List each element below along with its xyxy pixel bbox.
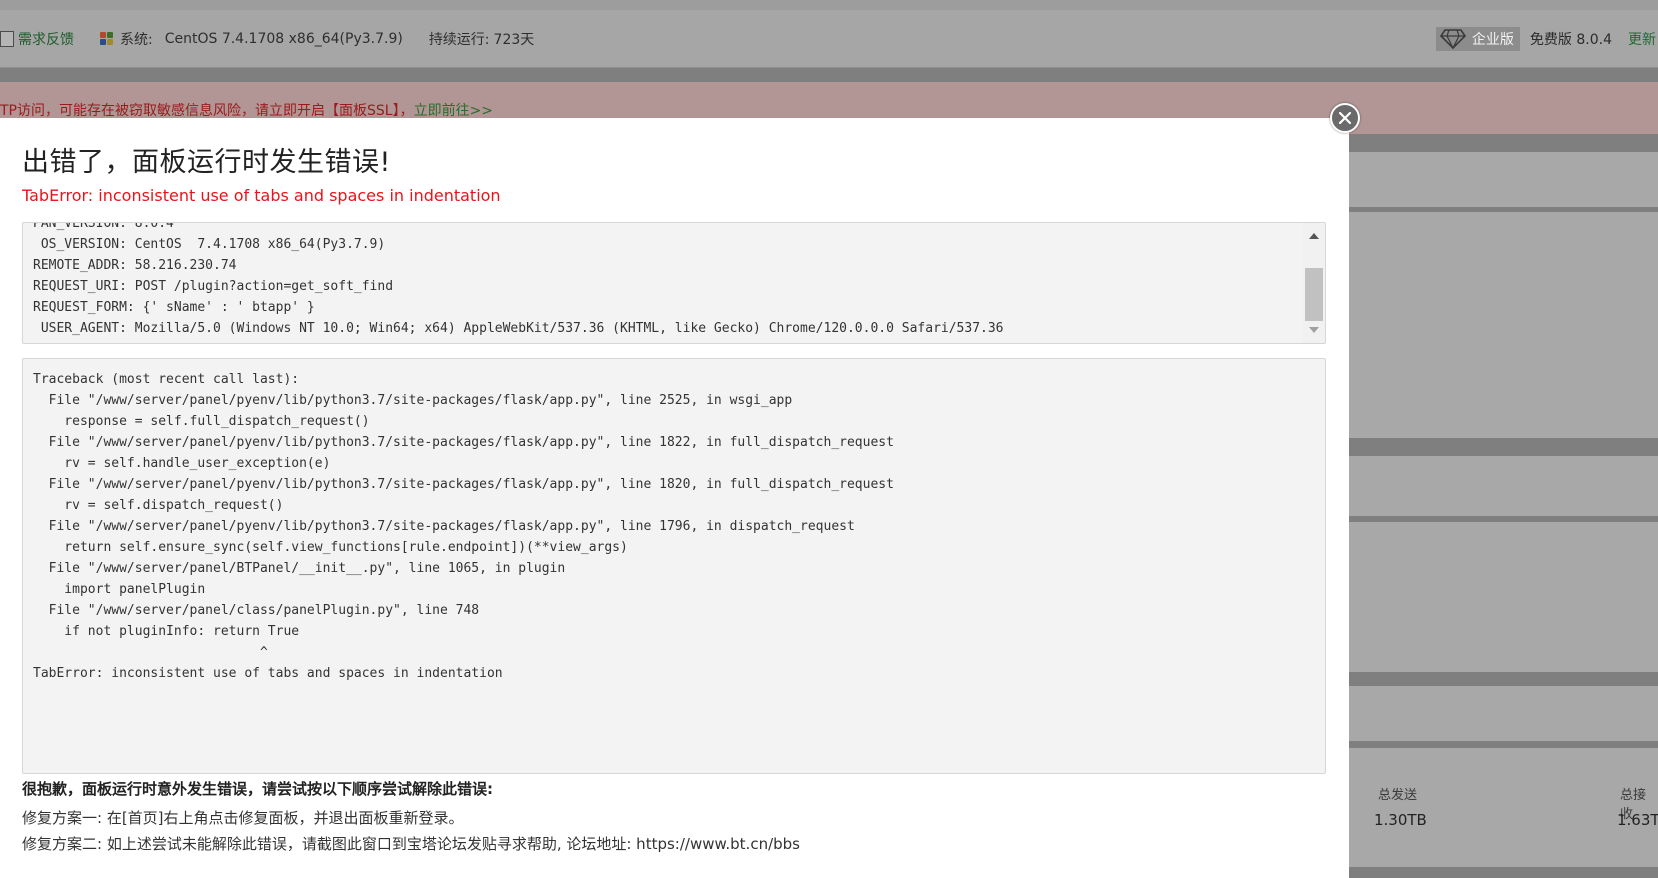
bg-card-3 [1300,456,1658,516]
bg-card-4 [1300,522,1658,672]
env-line: OS_VERSION: CentOS 7.4.1708 x86_64(Py3.7… [33,237,386,252]
sent-value: 1.30TB [1374,811,1427,829]
system-label: 系统: [120,31,153,48]
uptime-value: 723天 [493,31,535,48]
fix-option-one: 修复方案一: 在[首页]右上角点击修复面板，并退出面板重新登录。 [22,809,464,827]
env-line: REQUEST_FORM: {' sName' : ' btapp' } [33,300,315,315]
header-right: 企业版 免费版 8.0.4 更新 [1435,10,1658,67]
traceback-line: TabError: inconsistent use of tabs and s… [33,666,503,681]
sent-label: 总发送 [1378,788,1418,803]
recv-value: 1.63T [1617,811,1658,829]
free-version-label: 免费版 8.0.4 [1529,31,1612,48]
enterprise-label: 企业版 [1471,31,1514,48]
uptime-label: 持续运行: [428,31,490,48]
traceback-line: File "/www/server/panel/BTPanel/__init__… [33,561,566,576]
env-line: REQUEST_URI: POST /plugin?action=get_sof… [33,279,394,294]
bg-card-6 [1300,748,1658,867]
traceback-line: File "/www/server/panel/class/panelPlugi… [33,603,480,618]
env-scrollbar[interactable] [1303,223,1325,343]
ssl-alert-text: TP访问，可能存在被窃取敏感信息风险，请立即开启【面板SSL】，立即前往>> [0,100,493,120]
bg-card-2 [1300,212,1658,438]
help-title: 很抱歉，面板运行时意外发生错误，请尝试按以下顺序尝试解除此错误: [22,780,494,798]
top-header-bar: 需求反馈 系统: CentOS 7.4.1708 x86_64(Py3.7.9)… [0,10,1658,68]
system-info: 系统: CentOS 7.4.1708 x86_64(Py3.7.9) [100,29,403,49]
traceback-lines: Traceback (most recent call last): File … [33,369,894,684]
traceback-line: import panelPlugin [33,582,206,597]
system-value: CentOS 7.4.1708 x86_64(Py3.7.9) [164,30,403,47]
traceback-line: rv = self.dispatch_request() [33,498,284,513]
scroll-up-icon[interactable] [1309,233,1319,239]
feedback-link[interactable]: 需求反馈 [0,29,74,49]
close-dialog-button[interactable] [1330,103,1360,133]
traceback-line: ^ [33,645,268,660]
system-icon [100,31,114,46]
error-summary: TabError: inconsistent use of tabs and s… [22,186,501,205]
traceback-line: File "/www/server/panel/pyenv/lib/python… [33,435,894,450]
env-line: PAN_VERSION: 8.0.4 [33,222,174,231]
environment-info-box[interactable]: PAN_VERSION: 8.0.4 OS_VERSION: CentOS 7.… [22,222,1326,344]
update-link[interactable]: 更新 [1628,29,1656,49]
traceback-line: response = self.full_dispatch_request() [33,414,370,429]
ssl-alert-link[interactable]: 立即前往>> [414,103,493,119]
scroll-down-icon[interactable] [1309,327,1319,333]
traceback-line: File "/www/server/panel/pyenv/lib/python… [33,519,855,534]
error-dialog: 出错了，面板运行时发生错误! TabError: inconsistent us… [0,118,1349,878]
env-line: USER_AGENT: Mozilla/5.0 (Windows NT 10.0… [33,321,1004,336]
traceback-line: File "/www/server/panel/pyenv/lib/python… [33,477,894,492]
close-icon [1339,112,1351,124]
traceback-line: Traceback (most recent call last): [33,372,300,387]
dialog-title: 出错了，面板运行时发生错误! [22,147,391,178]
environment-info-lines: PAN_VERSION: 8.0.4 OS_VERSION: CentOS 7.… [33,222,1004,339]
traceback-box[interactable]: Traceback (most recent call last): File … [22,358,1326,774]
fix-option-two: 修复方案二: 如上述尝试未能解除此错误，请截图此窗口到宝塔论坛发贴寻求帮助, 论… [22,835,800,853]
traceback-line: rv = self.handle_user_exception(e) [33,456,331,471]
traceback-line: File "/www/server/panel/pyenv/lib/python… [33,393,793,408]
feedback-icon [0,30,14,47]
feedback-label: 需求反馈 [18,31,74,48]
traceback-line: if not pluginInfo: return True [33,624,300,639]
enterprise-badge[interactable]: 企业版 [1435,26,1520,51]
top-strip [0,0,1658,10]
uptime-info: 持续运行: 723天 [429,29,534,49]
traceback-line: return self.ensure_sync(self.view_functi… [33,540,628,555]
ssl-alert-message: TP访问，可能存在被窃取敏感信息风险，请立即开启【面板SSL】， [0,103,414,119]
env-line: REMOTE_ADDR: 58.216.230.74 [33,258,237,273]
bg-card-5 [1300,686,1658,741]
bg-card-1 [1300,152,1658,207]
diamond-icon [1439,28,1466,49]
scroll-thumb[interactable] [1305,268,1323,321]
